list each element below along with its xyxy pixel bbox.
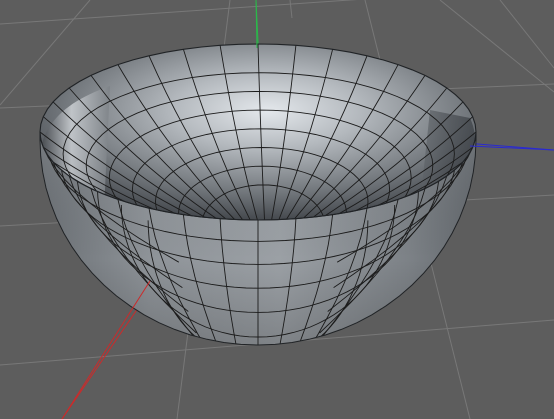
viewport-canvas[interactable] [0, 0, 554, 419]
hemisphere-bowl-object[interactable] [39, 43, 477, 387]
grid-line [0, 0, 358, 25]
3d-viewport[interactable] [0, 0, 554, 419]
grid-line [289, 0, 293, 19]
y-axis-line-front [255, 0, 258, 49]
grid-line [499, 0, 554, 69]
x-axis-line-front [61, 280, 151, 419]
